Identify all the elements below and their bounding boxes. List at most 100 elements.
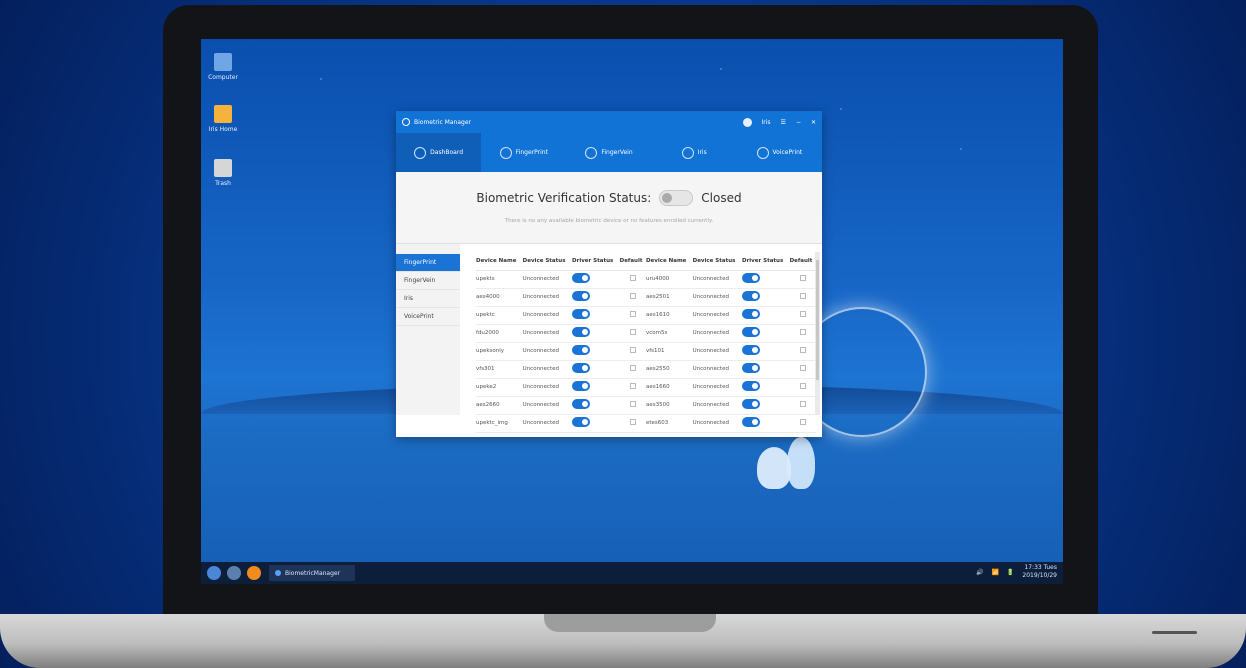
user-avatar[interactable]: [742, 117, 752, 127]
main-tabs: DashBoard FingerPrint FingerVein Iris Vo…: [396, 133, 822, 172]
device-name-cell: upekts: [476, 270, 523, 289]
default-checkbox[interactable]: [629, 419, 636, 425]
default-cell: [619, 288, 646, 307]
default-cell: [619, 396, 646, 415]
column-header: Device Name: [476, 252, 523, 271]
sidebar-item-fingerprint[interactable]: FingerPrint: [396, 254, 460, 272]
default-checkbox[interactable]: [629, 311, 636, 317]
default-checkbox[interactable]: [799, 347, 806, 353]
device-status-cell: Unconnected: [692, 270, 743, 289]
default-checkbox[interactable]: [629, 365, 636, 371]
tab-voiceprint[interactable]: VoicePrint: [737, 133, 822, 172]
driver-toggle[interactable]: [742, 291, 761, 301]
driver-toggle[interactable]: [572, 417, 591, 427]
device-type-sidebar: FingerPrint FingerVein Iris VoicePrint: [396, 244, 460, 415]
sidebar-item-iris[interactable]: Iris: [396, 290, 460, 308]
driver-toggle[interactable]: [572, 327, 591, 337]
laptop-notch: [544, 614, 716, 632]
default-checkbox[interactable]: [629, 347, 636, 353]
device-status-cell: Unconnected: [522, 414, 573, 433]
window-title-area: Biometric Manager: [402, 118, 471, 126]
driver-toggle[interactable]: [742, 381, 761, 391]
driver-toggle[interactable]: [572, 345, 591, 355]
device-status-cell: Unconnected: [692, 360, 743, 379]
tab-fingervein[interactable]: FingerVein: [566, 133, 651, 172]
clock[interactable]: 17:33 Tues 2019/10/29: [1022, 564, 1057, 580]
driver-toggle[interactable]: [742, 345, 761, 355]
driver-toggle[interactable]: [742, 363, 761, 373]
column-header: Device Status: [522, 252, 573, 271]
default-checkbox[interactable]: [629, 401, 636, 407]
volume-icon[interactable]: 🔊: [976, 569, 983, 576]
default-checkbox[interactable]: [799, 365, 806, 371]
taskbar-item-biometric-manager[interactable]: BiometricManager: [269, 565, 355, 581]
table-row: upekts Unconnected uru4000 Unconnected: [476, 270, 816, 289]
device-status-cell: Unconnected: [522, 288, 573, 307]
default-cell: [789, 342, 816, 361]
battery-icon[interactable]: 🔋: [1007, 569, 1014, 576]
driver-toggle[interactable]: [742, 327, 761, 337]
device-rows: upekts Unconnected uru4000 Unconnected aes40…: [476, 270, 816, 433]
device-table: Device Name Device Status Driver Status …: [476, 252, 816, 433]
device-name-cell: uru4000: [645, 270, 693, 289]
default-checkbox[interactable]: [629, 275, 636, 281]
network-icon[interactable]: 📶: [991, 569, 998, 576]
default-checkbox[interactable]: [629, 383, 636, 389]
desktop-icon-label: Computer: [208, 74, 238, 81]
driver-toggle[interactable]: [572, 309, 591, 319]
desktop-icon-label: Trash: [215, 180, 231, 187]
column-header: Default: [619, 252, 646, 271]
tab-dashboard[interactable]: DashBoard: [396, 133, 482, 172]
user-name: Iris: [761, 118, 771, 126]
driver-toggle[interactable]: [742, 309, 761, 319]
driver-toggle[interactable]: [742, 417, 761, 427]
driver-toggle[interactable]: [572, 381, 591, 391]
tab-iris[interactable]: Iris: [652, 133, 737, 172]
start-menu-icon[interactable]: [207, 566, 221, 580]
verification-toggle[interactable]: [659, 190, 694, 206]
desktop-icon-home[interactable]: Iris Home: [203, 105, 243, 133]
default-checkbox[interactable]: [799, 311, 806, 317]
driver-toggle[interactable]: [572, 291, 591, 301]
verification-status-panel: Biometric Verification Status: Closed Th…: [396, 172, 822, 244]
driver-status-cell: [572, 306, 620, 325]
sidebar-item-fingervein[interactable]: FingerVein: [396, 272, 460, 290]
driver-status-cell: [742, 396, 790, 415]
window-titlebar: Biometric Manager Iris ☰ − ✕: [396, 111, 822, 133]
default-checkbox[interactable]: [799, 329, 806, 335]
device-name-cell: upektc: [476, 306, 523, 325]
driver-toggle[interactable]: [742, 273, 761, 283]
default-checkbox[interactable]: [629, 293, 636, 299]
app-icon: [402, 118, 410, 126]
device-name-cell: aes2660: [476, 396, 523, 415]
menu-icon[interactable]: ☰: [781, 119, 786, 126]
default-checkbox[interactable]: [799, 419, 806, 425]
browser-icon[interactable]: [247, 566, 261, 580]
tab-label: DashBoard: [430, 149, 464, 156]
default-checkbox[interactable]: [799, 293, 806, 299]
device-body: FingerPrint FingerVein Iris VoicePrint D…: [396, 244, 822, 433]
default-cell: [619, 360, 646, 379]
default-checkbox[interactable]: [799, 401, 806, 407]
tab-fingerprint[interactable]: FingerPrint: [481, 133, 566, 172]
driver-status-cell: [572, 270, 620, 289]
minimize-icon[interactable]: −: [796, 119, 801, 126]
desktop-icon-trash[interactable]: Trash: [203, 159, 243, 187]
sidebar-item-voiceprint[interactable]: VoicePrint: [396, 308, 460, 326]
default-cell: [619, 342, 646, 361]
driver-toggle[interactable]: [572, 399, 591, 409]
default-checkbox[interactable]: [799, 383, 806, 389]
default-checkbox[interactable]: [799, 275, 806, 281]
driver-toggle[interactable]: [572, 363, 591, 373]
driver-toggle[interactable]: [572, 273, 591, 283]
device-status-cell: Unconnected: [522, 396, 573, 415]
table-scrollbar[interactable]: [815, 252, 820, 415]
file-manager-icon[interactable]: [227, 566, 241, 580]
driver-status-cell: [572, 342, 620, 361]
device-status-cell: Unconnected: [522, 324, 573, 343]
close-icon[interactable]: ✕: [811, 119, 816, 126]
desktop-icon-computer[interactable]: Computer: [203, 53, 243, 81]
default-checkbox[interactable]: [629, 329, 636, 335]
driver-toggle[interactable]: [742, 399, 761, 409]
voiceprint-icon: [756, 146, 769, 159]
